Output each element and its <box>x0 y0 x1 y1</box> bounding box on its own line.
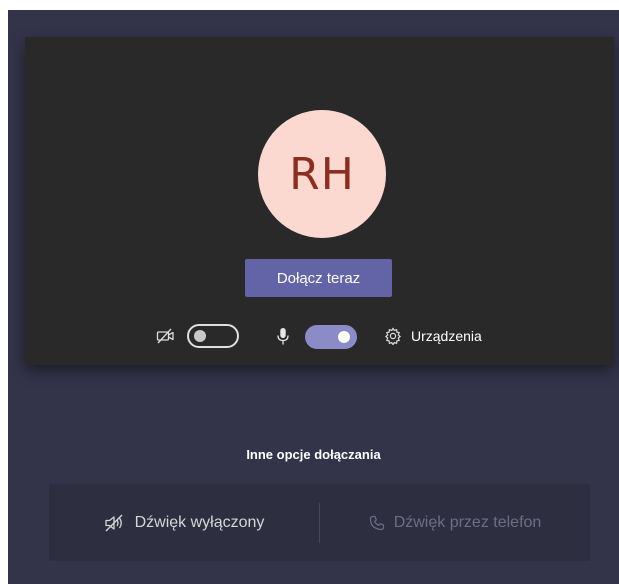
join-now-button[interactable]: Dołącz teraz <box>245 259 392 297</box>
mic-control <box>276 327 290 346</box>
pre-join-screen: RH Dołącz teraz Urządzenia Inne opcje do… <box>8 10 619 584</box>
phone-audio-option[interactable]: Dźwięk przez telefon <box>320 484 590 561</box>
other-join-options-title: Inne opcje dołączania <box>246 447 381 462</box>
video-toggle[interactable] <box>187 324 239 348</box>
mic-toggle-knob <box>338 331 350 343</box>
phone-audio-label: Dźwięk przez telefon <box>393 513 542 531</box>
other-join-options: Dźwięk wyłączony Dźwięk przez telefon <box>49 484 590 561</box>
video-off-icon <box>156 328 176 344</box>
devices-label: Urządzenia <box>411 328 482 344</box>
avatar-initials: RH <box>289 148 355 200</box>
devices-button[interactable]: Urządzenia <box>384 327 482 345</box>
audio-off-option[interactable]: Dźwięk wyłączony <box>49 484 319 561</box>
audio-off-label: Dźwięk wyłączony <box>134 513 265 531</box>
video-toggle-wrap <box>187 324 239 348</box>
mic-toggle[interactable] <box>305 325 357 349</box>
phone-icon <box>369 515 385 531</box>
video-toggle-knob <box>194 330 206 342</box>
gear-icon <box>384 327 402 345</box>
speaker-off-icon <box>104 514 126 532</box>
microphone-icon <box>276 327 290 346</box>
avatar: RH <box>258 110 386 238</box>
mic-toggle-wrap <box>305 325 357 349</box>
video-preview: RH Dołącz teraz Urządzenia <box>25 37 614 365</box>
video-control <box>156 328 176 344</box>
